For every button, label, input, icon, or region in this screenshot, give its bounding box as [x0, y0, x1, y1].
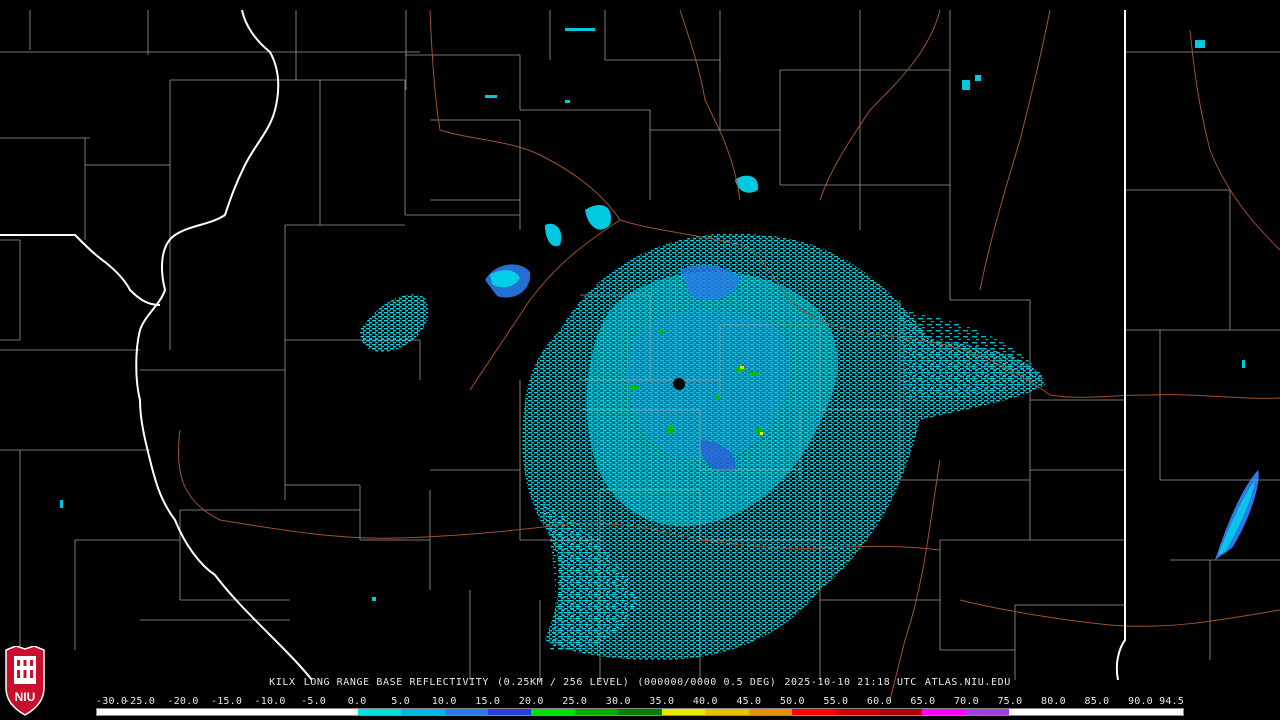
scale-label: 60.0: [866, 696, 892, 707]
scale-segment: [401, 709, 445, 715]
niu-logo-text: NIU: [15, 690, 36, 704]
scale-segment: [314, 709, 358, 715]
scale-segment: [227, 709, 271, 715]
scale-segment: [661, 709, 706, 715]
scale-label: 94.5: [1159, 696, 1184, 707]
scale-segment: [878, 709, 923, 715]
scale-label: -15.0: [210, 696, 243, 707]
scale-segment: [705, 709, 749, 715]
scale-segment: [618, 709, 662, 715]
scale-label: -25.0: [123, 696, 156, 707]
scale-segment: [1139, 709, 1183, 715]
scale-segment: [140, 709, 184, 715]
scale-segment: [835, 709, 879, 715]
scale-label: -30.0: [96, 696, 128, 707]
resolution: (0.25KM / 256 LEVEL): [496, 677, 630, 688]
source-url: ATLAS.NIU.EDU: [924, 677, 1011, 688]
color-scale-labels: -30.0 -25.0 -20.0 -15.0 -10.0 -5.0 0.0 5.0 10.0 1…: [96, 696, 1186, 708]
scale-segment: [1009, 709, 1053, 715]
scale-label: 80.0: [1040, 696, 1066, 707]
scale-label: 25.0: [562, 696, 588, 707]
scale-segment: [183, 709, 228, 715]
color-scale-bar: [96, 708, 1184, 716]
scale-label: 40.0: [692, 696, 718, 707]
scale-label: 65.0: [910, 696, 936, 707]
timestamp: 2025-10-10 21:18 UTC: [784, 677, 917, 688]
scale-label: 35.0: [649, 696, 675, 707]
scale-label: 30.0: [605, 696, 631, 707]
station-id: KILX: [269, 677, 296, 688]
radar-map: [0, 9, 1280, 701]
scale-segment: [97, 709, 141, 715]
scale-segment: [487, 709, 532, 715]
scale-label: 45.0: [736, 696, 762, 707]
scale-label: 75.0: [997, 696, 1023, 707]
scale-label: 5.0: [391, 696, 410, 707]
scale-segment: [1096, 709, 1140, 715]
scale-segment: [748, 709, 792, 715]
scale-segment: [444, 709, 488, 715]
scale-label: 55.0: [823, 696, 849, 707]
scale-segment: [531, 709, 575, 715]
scale-label: 70.0: [953, 696, 979, 707]
scale-label: 85.0: [1084, 696, 1110, 707]
product-name: LONG RANGE BASE REFLECTIVITY: [303, 677, 489, 688]
scale-segment: [965, 709, 1010, 715]
product-caption: KILX LONG RANGE BASE REFLECTIVITY (0.25KM …: [0, 677, 1280, 688]
scale-label: 20.0: [518, 696, 544, 707]
scale-label: 90.0: [1128, 696, 1153, 707]
scale-label: 15.0: [475, 696, 501, 707]
scale-label: -10.0: [254, 696, 286, 707]
scale-label: 10.0: [431, 696, 457, 707]
scale-segment: [792, 709, 836, 715]
scale-label: -5.0: [301, 696, 327, 707]
radar-site-marker: [673, 378, 685, 390]
scale-segment: [574, 709, 619, 715]
reflectivity-echoes: [60, 28, 1259, 660]
scale-segment: [357, 709, 402, 715]
scale-segment: [270, 709, 315, 715]
scale-label: 50.0: [779, 696, 805, 707]
scale-segment: [922, 709, 966, 715]
volume-info: (000000/0000 0.5 DEG): [637, 677, 777, 688]
scale-segment: [1052, 709, 1097, 715]
scale-label: -20.0: [167, 696, 199, 707]
scale-label: 0.0: [347, 696, 367, 707]
